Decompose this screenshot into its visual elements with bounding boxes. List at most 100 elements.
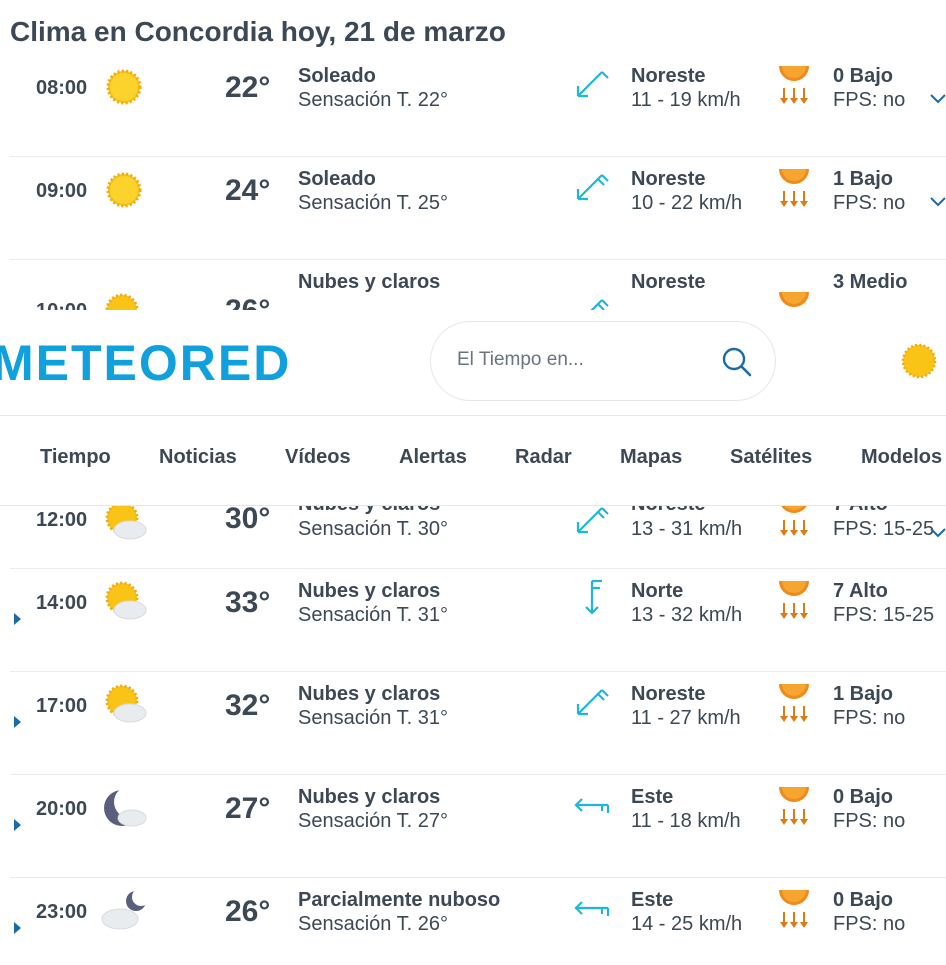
fps-label: FPS: no [833,707,906,729]
fps-label: FPS: no [833,913,906,935]
search-box[interactable] [430,321,776,401]
hour-label: 20:00 [36,798,88,820]
temperature: 26° [225,895,271,928]
chevron-down-icon[interactable] [930,94,946,104]
nav-item-videos[interactable]: Vídeos [285,446,351,469]
hourly-row[interactable]: 08:00 22° Soleado Sensación T. 22° Nores… [10,54,946,157]
hour-label: 10:00 [36,300,87,310]
feels-like-label: Sensación T. 31° [298,707,448,729]
uv-index: 1 Bajo [833,168,894,190]
condition-label: Nubes y claros [298,580,441,602]
hour-label: 09:00 [36,180,88,202]
nav-item-radar[interactable]: Radar [515,446,572,469]
temperature: 24° [225,174,271,207]
hourly-row[interactable]: 23:00 26° Parcialmente nuboso Sensación … [10,878,946,965]
nav-item-modelos[interactable]: Modelos [861,446,942,469]
feels-like-label: Sensación T. 26° [298,913,448,935]
wind-arrow-northeast-icon [590,299,609,310]
fps-label: FPS: 15-25 [833,604,935,626]
wind-speed: 14 - 25 km/h [631,913,743,935]
expand-caret-icon[interactable] [14,922,21,934]
wind-speed: 11 - 18 km/h [631,810,741,832]
fps-label: FPS: no [833,192,906,214]
hour-label: 08:00 [36,77,88,99]
hour-label: 12:00 [36,509,88,531]
temperature: 27° [225,792,271,825]
condition-label: Nubes y claros [298,271,441,293]
condition-label: Nubes y claros [298,506,440,516]
wind-arrow-east-icon [574,798,610,813]
uv-index: 0 Bajo [833,786,894,808]
sun-cloud-icon [105,506,147,540]
sun-icon [106,69,142,105]
hour-label: 23:00 [36,901,88,923]
temperature: 33° [225,586,271,619]
uv-sun-icon [780,506,808,536]
search-input[interactable] [457,349,707,371]
hourly-row[interactable]: 17:00 32° Nubes y claros Sensación T. 31… [10,672,946,775]
hour-label: 17:00 [36,695,88,717]
wind-speed: 11 - 19 km/h [631,89,741,111]
wind-direction: Norte [631,580,684,602]
nav-item-tiempo[interactable]: Tiempo [40,446,111,469]
wind-arrow-east-icon [574,901,610,916]
uv-sun-icon [779,66,809,104]
uv-index: 3 Medio [833,271,908,293]
sun-cloud-icon [105,293,139,310]
uv-sun-icon [779,292,809,307]
uv-sun-icon [779,169,809,207]
hourly-row[interactable]: 14:00 33° Nubes y claros Sensación T. 31… [10,569,946,672]
wind-direction: Noreste [631,168,706,190]
sun-cloud-icon [105,581,147,620]
feels-like-label: Sensación T. 22° [298,89,448,111]
wind-arrow-northeast-icon [576,174,609,201]
uv-sun-icon [779,684,809,722]
sun-icon[interactable] [900,342,938,380]
uv-index: 0 Bajo [833,889,894,911]
nav-item-mapas[interactable]: Mapas [620,446,682,469]
search-icon[interactable] [721,346,753,378]
fps-label: FPS: no [833,810,906,832]
main-nav: Tiempo Noticias Vídeos Alertas Radar Map… [0,416,946,506]
nav-item-alertas[interactable]: Alertas [399,446,467,469]
condition-label: Nubes y claros [298,683,441,705]
wind-arrow-northeast-icon [576,71,609,98]
expand-caret-icon[interactable] [14,613,21,625]
temperature: 30° [225,506,271,535]
uv-index: 1 Bajo [833,683,894,705]
expand-caret-icon[interactable] [14,819,21,831]
nav-item-noticias[interactable]: Noticias [159,446,237,469]
hourly-row[interactable]: 09:00 24° Soleado Sensación T. 25° Nores… [10,157,946,260]
chevron-down-icon[interactable] [930,197,946,207]
temperature: 22° [225,71,271,104]
uv-sun-icon [779,787,809,825]
condition-label: Soleado [298,168,376,190]
expand-caret-icon[interactable] [14,716,21,728]
feels-like-label: Sensación T. 31° [298,604,448,626]
condition-label: Parcialmente nuboso [298,889,501,911]
wind-direction: Noreste [631,271,706,293]
nav-item-satelites[interactable]: Satélites [730,446,812,469]
feels-like-label: Sensación T. 27° [298,810,448,832]
condition-label: Nubes y claros [298,786,441,808]
sun-cloud-icon [105,684,147,723]
condition-label: Soleado [298,65,376,87]
wind-arrow-northeast-icon [576,689,609,716]
hour-label: 14:00 [36,592,88,614]
wind-speed: 11 - 27 km/h [631,707,741,729]
hourly-row[interactable]: 12:00 30° Nubes y claros Sensación T. 30… [10,506,946,569]
uv-index: 7 Alto [833,506,888,516]
temperature: 32° [225,689,271,722]
uv-index: 7 Alto [833,580,888,602]
temperature: 26° [225,294,270,310]
meteored-logo[interactable]: METEORED [0,334,291,392]
wind-arrow-northeast-icon [576,507,609,534]
wind-direction: Noreste [631,65,706,87]
hourly-row[interactable]: 10:00 26° Nubes y claros Noreste 3 Medio [10,260,946,310]
chevron-down-icon[interactable] [930,528,946,538]
hourly-row[interactable]: 20:00 27° Nubes y claros Sensación T. 27… [10,775,946,878]
feels-like-label: Sensación T. 25° [298,192,448,214]
uv-sun-icon [779,890,809,928]
wind-direction: Noreste [631,506,705,516]
moon-cloud-icon [104,786,147,827]
